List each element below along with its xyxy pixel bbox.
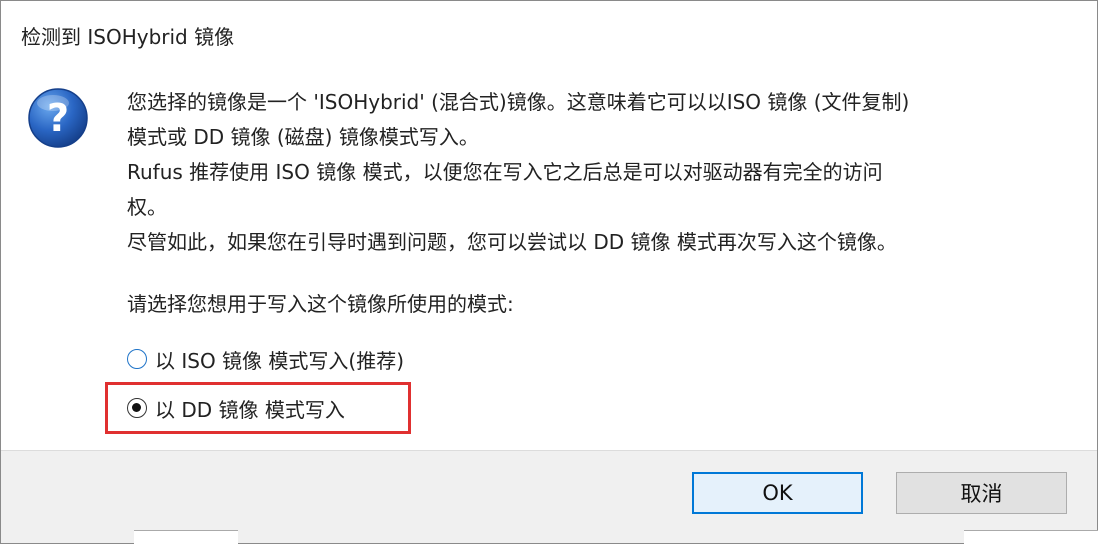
- message-line: Rufus 推荐使用 ISO 镜像 模式，以便您在写入它之后总是可以对驱动器有完…: [127, 160, 883, 184]
- question-icon: ?: [28, 88, 88, 148]
- message-line: 您选择的镜像是一个 'ISOHybrid' (混合式)镜像。这意味着它可以以IS…: [127, 90, 910, 114]
- message-line: 权。: [127, 195, 167, 219]
- background-window-fragment: [964, 530, 1098, 545]
- radio-button-unselected[interactable]: [127, 349, 147, 369]
- message-line: 尽管如此，如果您在引导时遇到问题，您可以尝试以 DD 镜像 模式再次写入这个镜像…: [127, 230, 897, 254]
- background-window-fragment: [134, 530, 238, 545]
- message-text: 您选择的镜像是一个 'ISOHybrid' (混合式)镜像。这意味着它可以以IS…: [127, 85, 1077, 260]
- mode-prompt: 请选择您想用于写入这个镜像所使用的模式:: [127, 292, 514, 316]
- svg-text:?: ?: [47, 96, 69, 140]
- dialog-title: 检测到 ISOHybrid 镜像: [21, 25, 235, 49]
- cancel-button[interactable]: 取消: [896, 472, 1067, 514]
- ok-button[interactable]: OK: [692, 472, 863, 514]
- radio-option-iso[interactable]: 以 ISO 镜像 模式写入(推荐): [127, 343, 404, 375]
- message-line: 模式或 DD 镜像 (磁盘) 镜像模式写入。: [127, 125, 479, 149]
- radio-option-iso-label: 以 ISO 镜像 模式写入(推荐): [155, 348, 405, 373]
- highlight-annotation-box: [105, 382, 411, 434]
